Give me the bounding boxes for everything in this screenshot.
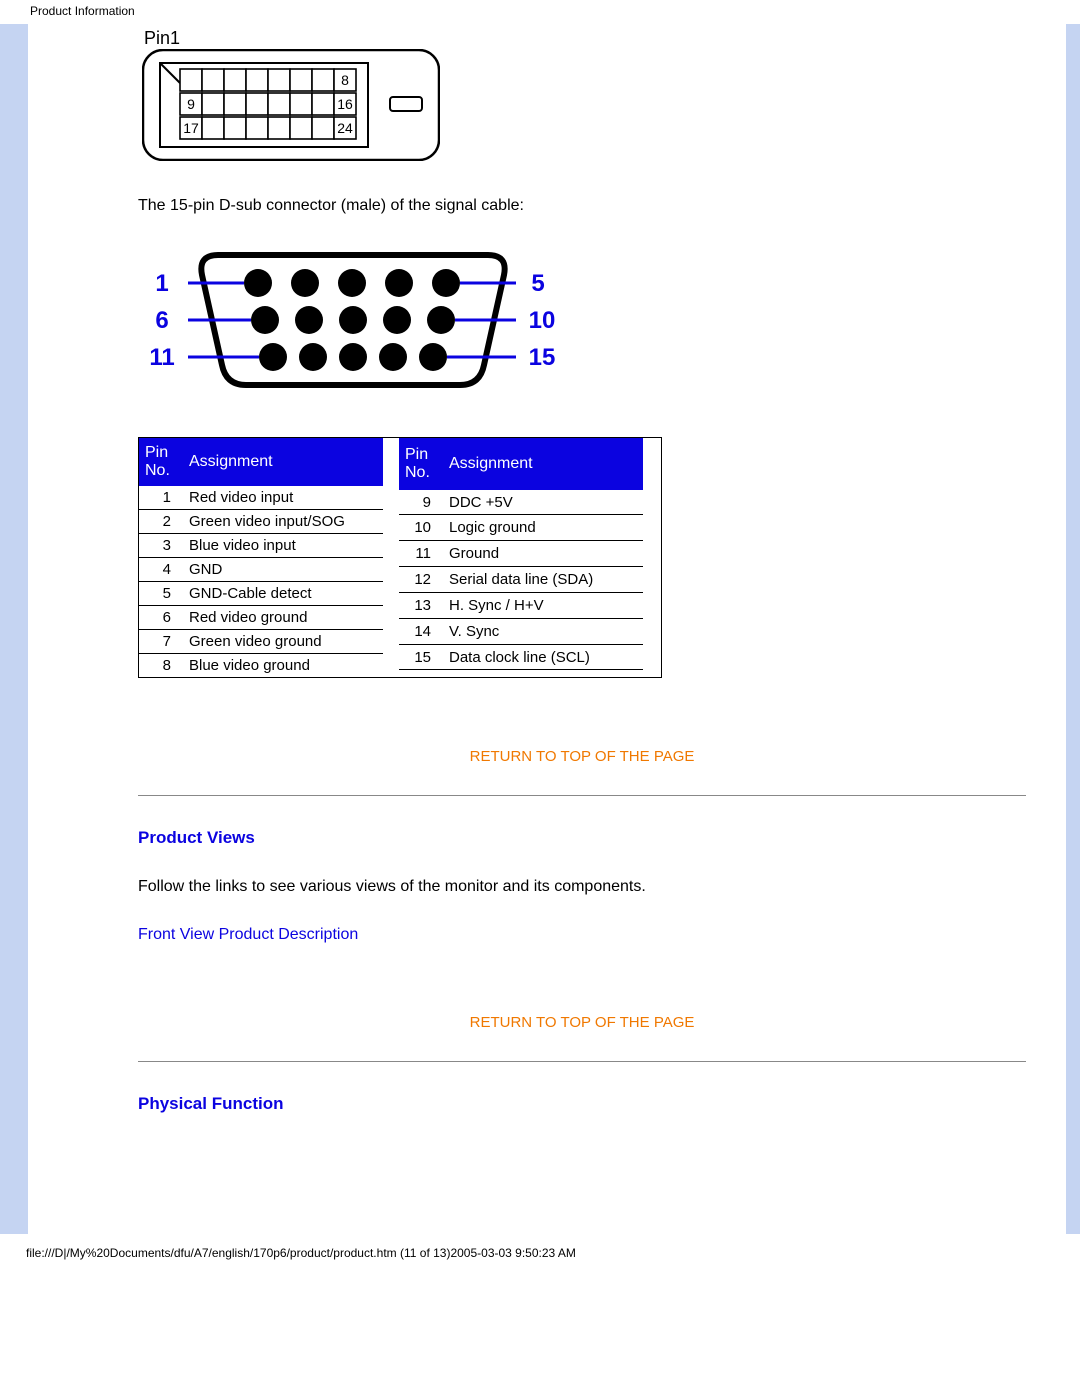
pin-assignment-cell: Blue video ground	[183, 654, 383, 678]
front-view-link[interactable]: Front View Product Description	[138, 926, 1026, 944]
pin-number-cell: 3	[139, 534, 183, 558]
dsub-left-a: 1	[155, 270, 168, 297]
table-row: 15Data clock line (SCL)	[399, 644, 643, 670]
table-row: 8Blue video ground	[139, 654, 383, 678]
dsub-connector-icon: 1 6 11 5 10 15	[138, 235, 568, 395]
dvi-label-r3a: 17	[183, 120, 199, 136]
pin-assignment-cell: Green video input/SOG	[183, 510, 383, 534]
dsub-left-b: 6	[155, 307, 168, 334]
left-margin-band	[0, 24, 28, 1234]
page-body: Pin1 8 9 16 17 24	[0, 24, 1080, 1234]
page-header: Product Information	[0, 0, 1080, 24]
return-to-top-link[interactable]: RETURN TO TOP OF THE PAGE	[138, 1014, 1026, 1031]
dsub-left-c: 11	[149, 344, 174, 371]
pin-number-cell: 8	[139, 654, 183, 678]
pin-assignment-cell: Data clock line (SCL)	[443, 644, 643, 670]
dsub-right-c: 15	[529, 344, 556, 371]
table-row: 5GND-Cable detect	[139, 582, 383, 606]
dvi-label-r2b: 16	[337, 96, 353, 112]
pin-header-pin: Pin No.	[139, 438, 183, 486]
dsub-caption: The 15-pin D-sub connector (male) of the…	[138, 197, 1026, 215]
pin-assignment-cell: Serial data line (SDA)	[443, 567, 643, 593]
pin-number-cell: 1	[139, 486, 183, 510]
table-row: 3Blue video input	[139, 534, 383, 558]
pin-number-cell: 10	[399, 515, 443, 541]
pin-number-cell: 4	[139, 558, 183, 582]
pin-header-assign: Assignment	[183, 438, 383, 486]
pin-table-spacer	[383, 438, 399, 677]
pin-number-cell: 5	[139, 582, 183, 606]
left-gutter	[28, 24, 138, 1234]
pin-assignment-cell: GND-Cable detect	[183, 582, 383, 606]
page-footer: file:///D|/My%20Documents/dfu/A7/english…	[0, 1234, 1080, 1268]
table-row: 4GND	[139, 558, 383, 582]
pin-assignment-cell: Red video input	[183, 486, 383, 510]
pin-number-cell: 13	[399, 592, 443, 618]
pin-assignment-cell: Green video ground	[183, 630, 383, 654]
pin-assignment-tables: Pin No. Assignment 1Red video input2Gree…	[138, 437, 662, 678]
pin-number-cell: 15	[399, 644, 443, 670]
dvi-label-r1: 8	[341, 72, 349, 88]
dsub-right-b: 10	[529, 307, 556, 334]
pin-assignment-cell: H. Sync / H+V	[443, 592, 643, 618]
pin-number-cell: 14	[399, 618, 443, 644]
pin-number-cell: 7	[139, 630, 183, 654]
table-row: 10Logic ground	[399, 515, 643, 541]
pin-assignment-cell: GND	[183, 558, 383, 582]
pin-assignment-cell: Blue video input	[183, 534, 383, 558]
dvi-label-r3b: 24	[337, 120, 353, 136]
table-row: 7Green video ground	[139, 630, 383, 654]
pin-number-cell: 6	[139, 606, 183, 630]
pin-assignment-cell: DDC +5V	[443, 490, 643, 515]
table-row: 2Green video input/SOG	[139, 510, 383, 534]
pin-header-assign: Assignment	[443, 438, 643, 490]
section-divider	[138, 1061, 1026, 1062]
pin-assignment-cell: V. Sync	[443, 618, 643, 644]
dvi-connector-icon: 8 9 16 17 24	[142, 49, 440, 161]
table-row: 9DDC +5V	[399, 490, 643, 515]
dsub-right-a: 5	[531, 270, 544, 297]
product-views-heading: Product Views	[138, 828, 1026, 848]
pin-assignment-cell	[443, 670, 643, 677]
pin-number-cell: 11	[399, 541, 443, 567]
pin-assignment-cell: Logic ground	[443, 515, 643, 541]
pin-assignment-cell: Red video ground	[183, 606, 383, 630]
pin-number-cell: 12	[399, 567, 443, 593]
pin-table-right: Pin No. Assignment 9DDC +5V10Logic groun…	[399, 438, 643, 677]
pin1-label: Pin1	[144, 28, 1026, 49]
pin-number-cell: 2	[139, 510, 183, 534]
physical-function-heading: Physical Function	[138, 1094, 1026, 1114]
product-views-text: Follow the links to see various views of…	[138, 878, 1026, 896]
content-column: Pin1 8 9 16 17 24	[138, 24, 1066, 1234]
table-row: 6Red video ground	[139, 606, 383, 630]
right-margin-band	[1066, 24, 1080, 1234]
table-row: 11Ground	[399, 541, 643, 567]
pin-number-cell	[399, 670, 443, 677]
table-row: 1Red video input	[139, 486, 383, 510]
pin-table-left: Pin No. Assignment 1Red video input2Gree…	[139, 438, 383, 677]
dvi-label-r2a: 9	[187, 96, 195, 112]
dvi-connector-figure: Pin1 8 9 16 17 24	[138, 24, 1026, 161]
pin-assignment-cell: Ground	[443, 541, 643, 567]
pin-number-cell: 9	[399, 490, 443, 515]
table-row	[399, 670, 643, 677]
return-to-top-link[interactable]: RETURN TO TOP OF THE PAGE	[138, 748, 1026, 765]
section-divider	[138, 795, 1026, 796]
table-row: 13H. Sync / H+V	[399, 592, 643, 618]
table-row: 14V. Sync	[399, 618, 643, 644]
pin-header-pin: Pin No.	[399, 438, 443, 490]
table-row: 12Serial data line (SDA)	[399, 567, 643, 593]
